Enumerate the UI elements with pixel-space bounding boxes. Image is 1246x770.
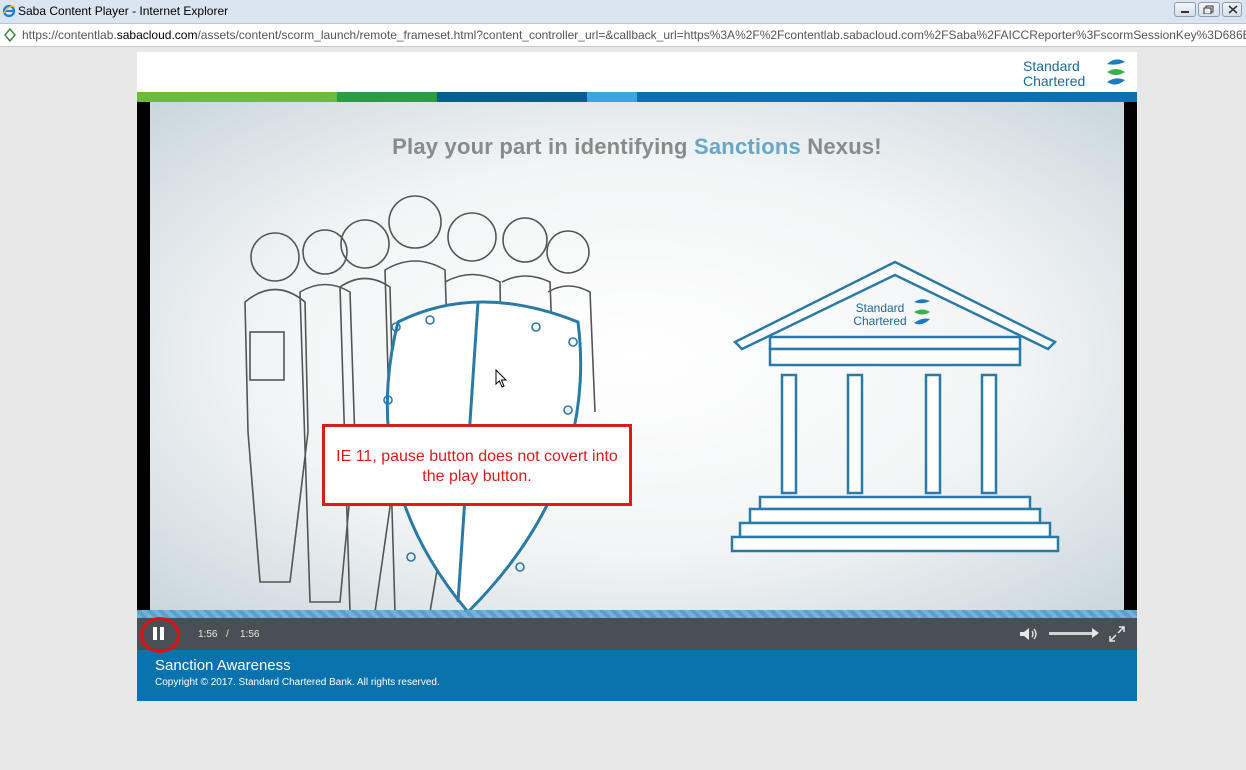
video-headline: Play your part in identifying Sanctions …	[392, 134, 882, 159]
brand-stripe-4	[587, 92, 637, 102]
logo-line-1: Standard	[1023, 58, 1080, 74]
fullscreen-icon[interactable]	[1109, 626, 1125, 642]
mouse-cursor-icon	[495, 369, 508, 388]
course-title: Sanction Awareness	[155, 657, 291, 674]
url-rest: /assets/content/scorm_launch/remote_fram…	[197, 28, 1246, 42]
minimize-button[interactable]	[1174, 2, 1196, 17]
player-footer: Sanction Awareness Copyright © 2017. Sta…	[137, 650, 1137, 701]
annotation-circle	[140, 617, 180, 653]
video-stage[interactable]: Play your part in identifying Sanctions …	[137, 102, 1137, 612]
time-separator: /	[226, 629, 229, 640]
brand-header: Standard Chartered	[137, 52, 1137, 92]
volume-slider-handle[interactable]	[1092, 628, 1099, 638]
total-time: 1:56	[240, 629, 260, 640]
logo-line-2: Chartered	[1023, 73, 1086, 89]
player-controls: 1:56 / 1:56	[137, 610, 1137, 650]
restore-icon	[1203, 5, 1214, 14]
window-title: Saba Content Player - Internet Explorer	[18, 4, 229, 18]
brand-stripe-3	[437, 92, 587, 102]
copyright-text: Copyright © 2017. Standard Chartered Ban…	[155, 677, 440, 688]
restore-button[interactable]	[1198, 2, 1220, 17]
bank-label-line-2: Chartered	[853, 314, 906, 328]
standard-chartered-logo: Standard Chartered	[1023, 56, 1129, 90]
address-bar[interactable]: https://contentlab.sabacloud.com/assets/…	[0, 24, 1246, 47]
brand-stripe-5	[637, 92, 1137, 102]
brand-stripe-2	[337, 92, 437, 102]
url-text[interactable]: https://contentlab.sabacloud.com/assets/…	[22, 28, 1246, 42]
progress-bar[interactable]	[137, 610, 1137, 618]
url-prefix: https://contentlab.	[22, 28, 117, 42]
bank-logo-icon	[914, 299, 930, 325]
internet-explorer-icon	[2, 4, 16, 18]
standard-chartered-mark-icon	[1107, 59, 1125, 85]
brand-stripe-1	[137, 92, 337, 102]
annotation-text: IE 11, pause button does not covert into…	[336, 448, 618, 485]
window-titlebar: Saba Content Player - Internet Explorer	[0, 0, 1246, 24]
bank-building-illustration: Standard Chartered	[730, 260, 1060, 553]
close-icon	[1228, 5, 1238, 14]
bank-label-line-1: Standard	[856, 301, 905, 315]
volume-icon[interactable]	[1019, 627, 1039, 641]
minimize-icon	[1181, 11, 1189, 13]
security-icon	[4, 28, 16, 42]
volume-slider[interactable]	[1049, 632, 1097, 635]
annotation-box: IE 11, pause button does not covert into…	[322, 424, 632, 506]
content-player: Standard Chartered Play your part in ide…	[137, 52, 1137, 701]
url-domain: sabacloud.com	[116, 28, 198, 42]
close-button[interactable]	[1222, 2, 1242, 17]
video-frame[interactable]: Play your part in identifying Sanctions …	[150, 102, 1124, 612]
current-time: 1:56	[198, 629, 218, 640]
